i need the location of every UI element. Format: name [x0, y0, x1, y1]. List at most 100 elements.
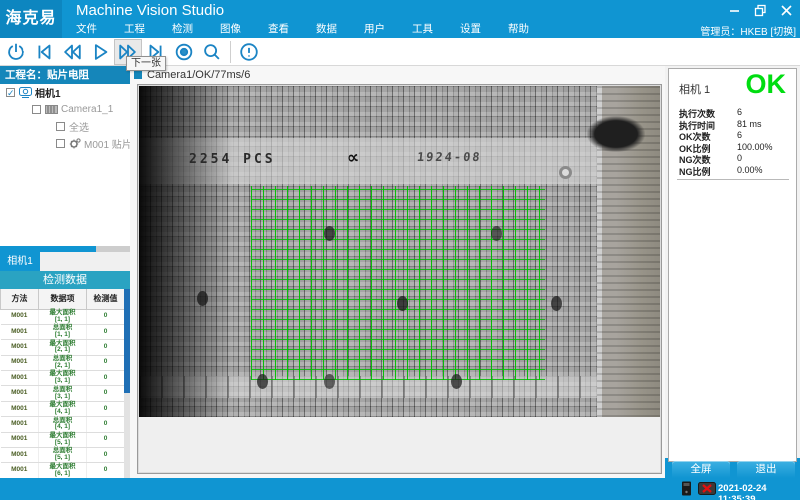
- alert-button[interactable]: [235, 39, 263, 65]
- stat-row: NG次数0: [679, 153, 787, 165]
- table-row[interactable]: M001最大面积[6, 1]0: [1, 463, 125, 478]
- stat-value: 0.00%: [737, 165, 787, 177]
- table-row[interactable]: M001最大面积[1, 1]0: [1, 309, 125, 324]
- minimize-button[interactable]: [726, 2, 742, 18]
- stat-row: OK次数6: [679, 130, 787, 142]
- detection-table: 方法数据项检测值 M001最大面积[1, 1]0M001总面积[1, 1]0M0…: [0, 289, 125, 479]
- menu-bar: 文件 工程 检测 图像 查看 数据 用户 工具 设置 帮助 管理员：HKEB [切换]: [0, 22, 800, 38]
- checkbox-checked[interactable]: ✓: [6, 88, 15, 97]
- table-row[interactable]: M001最大面积[2, 1]0: [1, 340, 125, 355]
- device-tree: ✓ 相机1Camera1_1全选M001 贴片电阻检测: [0, 84, 130, 246]
- menu-item[interactable]: 工程: [124, 22, 145, 38]
- menu-item[interactable]: 检测: [172, 22, 193, 38]
- project-name-header: 工程名：贴片电阻: [0, 66, 130, 84]
- stats-divider: [677, 179, 789, 180]
- search-button[interactable]: [198, 39, 226, 65]
- restore-button[interactable]: [752, 2, 768, 18]
- menu-item[interactable]: 用户: [364, 22, 385, 38]
- menu-item[interactable]: 帮助: [508, 22, 529, 38]
- cell-method: M001: [1, 309, 39, 324]
- stat-label: 执行次数: [679, 107, 737, 119]
- checkbox-unchecked[interactable]: [32, 105, 41, 114]
- cell-data-item: 最大面积[6, 1]: [39, 463, 87, 478]
- stat-label: 执行时间: [679, 119, 737, 131]
- table-row[interactable]: M001总面积[5, 1]0: [1, 448, 125, 463]
- menu-items: 文件 工程 检测 图像 查看 数据 用户 工具 设置 帮助: [76, 22, 556, 38]
- cell-method: M001: [1, 417, 39, 432]
- cell-data-item: 总面积[4, 1]: [39, 417, 87, 432]
- menu-item[interactable]: 图像: [220, 22, 241, 38]
- detection-overlay-grid: [251, 186, 545, 380]
- checkbox-unchecked[interactable]: [56, 122, 65, 131]
- cell-method: M001: [1, 448, 39, 463]
- tree-item[interactable]: ✓ 相机1: [0, 84, 130, 101]
- cell-method: M001: [1, 386, 39, 401]
- cell-data-item: 最大面积[1, 1]: [39, 309, 87, 324]
- user-label: 管理员：HKEB: [700, 27, 767, 38]
- cell-data-item: 总面积[5, 1]: [39, 448, 87, 463]
- cell-value: 0: [87, 432, 125, 447]
- table-row[interactable]: M001总面积[3, 1]0: [1, 386, 125, 401]
- tree-item[interactable]: M001 贴片电阻检测: [0, 135, 130, 152]
- tree-item[interactable]: 全选: [0, 118, 130, 135]
- table-row[interactable]: M001总面积[2, 1]0: [1, 355, 125, 370]
- cell-value: 0: [87, 386, 125, 401]
- tree-item[interactable]: Camera1_1: [0, 101, 130, 118]
- tree-item-label: 全选: [69, 119, 89, 134]
- film-icon: [45, 105, 58, 114]
- record-button[interactable]: [170, 39, 198, 65]
- cell-value: 0: [87, 355, 125, 370]
- fullscreen-button[interactable]: 全屏: [672, 461, 730, 478]
- exit-button[interactable]: 退出: [737, 461, 795, 478]
- stat-value: 81 ms: [737, 119, 787, 131]
- cell-method: M001: [1, 463, 39, 478]
- table-row[interactable]: M001最大面积[3, 1]0: [1, 371, 125, 386]
- menu-item[interactable]: 查看: [268, 22, 289, 38]
- stat-row: 执行时间81 ms: [679, 119, 787, 131]
- switch-user-link[interactable]: [切换]: [770, 27, 796, 38]
- menu-item[interactable]: 数据: [316, 22, 337, 38]
- stats-list: 执行次数6执行时间81 msOK次数6OK比例100.00%NG次数0NG比例0…: [679, 107, 787, 176]
- stat-value: 0: [737, 153, 787, 165]
- toolbar: [0, 38, 800, 66]
- stat-row: NG比例0.00%: [679, 165, 787, 177]
- fast-backward-icon: [61, 41, 83, 63]
- cell-data-item: 最大面积[3, 1]: [39, 371, 87, 386]
- cell-data-item: 总面积[1, 1]: [39, 324, 87, 339]
- camera-image[interactable]: 2254 PCS ∝ 1924-08: [139, 86, 660, 417]
- cell-value: 0: [87, 401, 125, 416]
- table-row[interactable]: M001总面积[1, 1]0: [1, 324, 125, 339]
- cell-value: 0: [87, 463, 125, 478]
- menu-item[interactable]: 文件: [76, 22, 97, 38]
- tray-corner-mark: [587, 116, 645, 152]
- tab-camera1[interactable]: 相机1: [0, 252, 40, 271]
- play-button[interactable]: [86, 39, 114, 65]
- ok-status-badge: OK: [746, 69, 787, 100]
- fast-backward-button[interactable]: [58, 39, 86, 65]
- table-row[interactable]: M001最大面积[5, 1]0: [1, 432, 125, 447]
- tray-pcs-text: 2254 PCS: [189, 152, 276, 167]
- camera-disconnected-icon: [698, 482, 716, 500]
- table-row[interactable]: M001总面积[4, 1]0: [1, 417, 125, 432]
- stat-row: OK比例100.00%: [679, 142, 787, 154]
- close-icon[interactable]: [778, 2, 794, 18]
- stat-value: 100.00%: [737, 142, 787, 154]
- cell-method: M001: [1, 432, 39, 447]
- cell-method: M001: [1, 401, 39, 416]
- cell-method: M001: [1, 355, 39, 370]
- tree-item-label: 相机1: [35, 85, 61, 100]
- menu-item[interactable]: 设置: [460, 22, 481, 38]
- image-viewer: Camera1/OK/77ms/6 2254 PCS ∝ 1924-08: [130, 66, 665, 478]
- toolbar-separator: [230, 41, 231, 63]
- cell-value: 0: [87, 340, 125, 355]
- next-image-tooltip: 下一张: [126, 56, 166, 71]
- menu-item[interactable]: 工具: [412, 22, 433, 38]
- stat-row: 执行次数6: [679, 107, 787, 119]
- stat-value: 6: [737, 107, 787, 119]
- cell-method: M001: [1, 324, 39, 339]
- camera-stats-card: 相机 1 OK 执行次数6执行时间81 msOK次数6OK比例100.00%NG…: [668, 68, 797, 462]
- app-title: Machine Vision Studio: [76, 2, 224, 19]
- image-panel: 2254 PCS ∝ 1924-08: [137, 84, 662, 474]
- table-row[interactable]: M001最大面积[4, 1]0: [1, 401, 125, 416]
- checkbox-unchecked[interactable]: [56, 139, 65, 148]
